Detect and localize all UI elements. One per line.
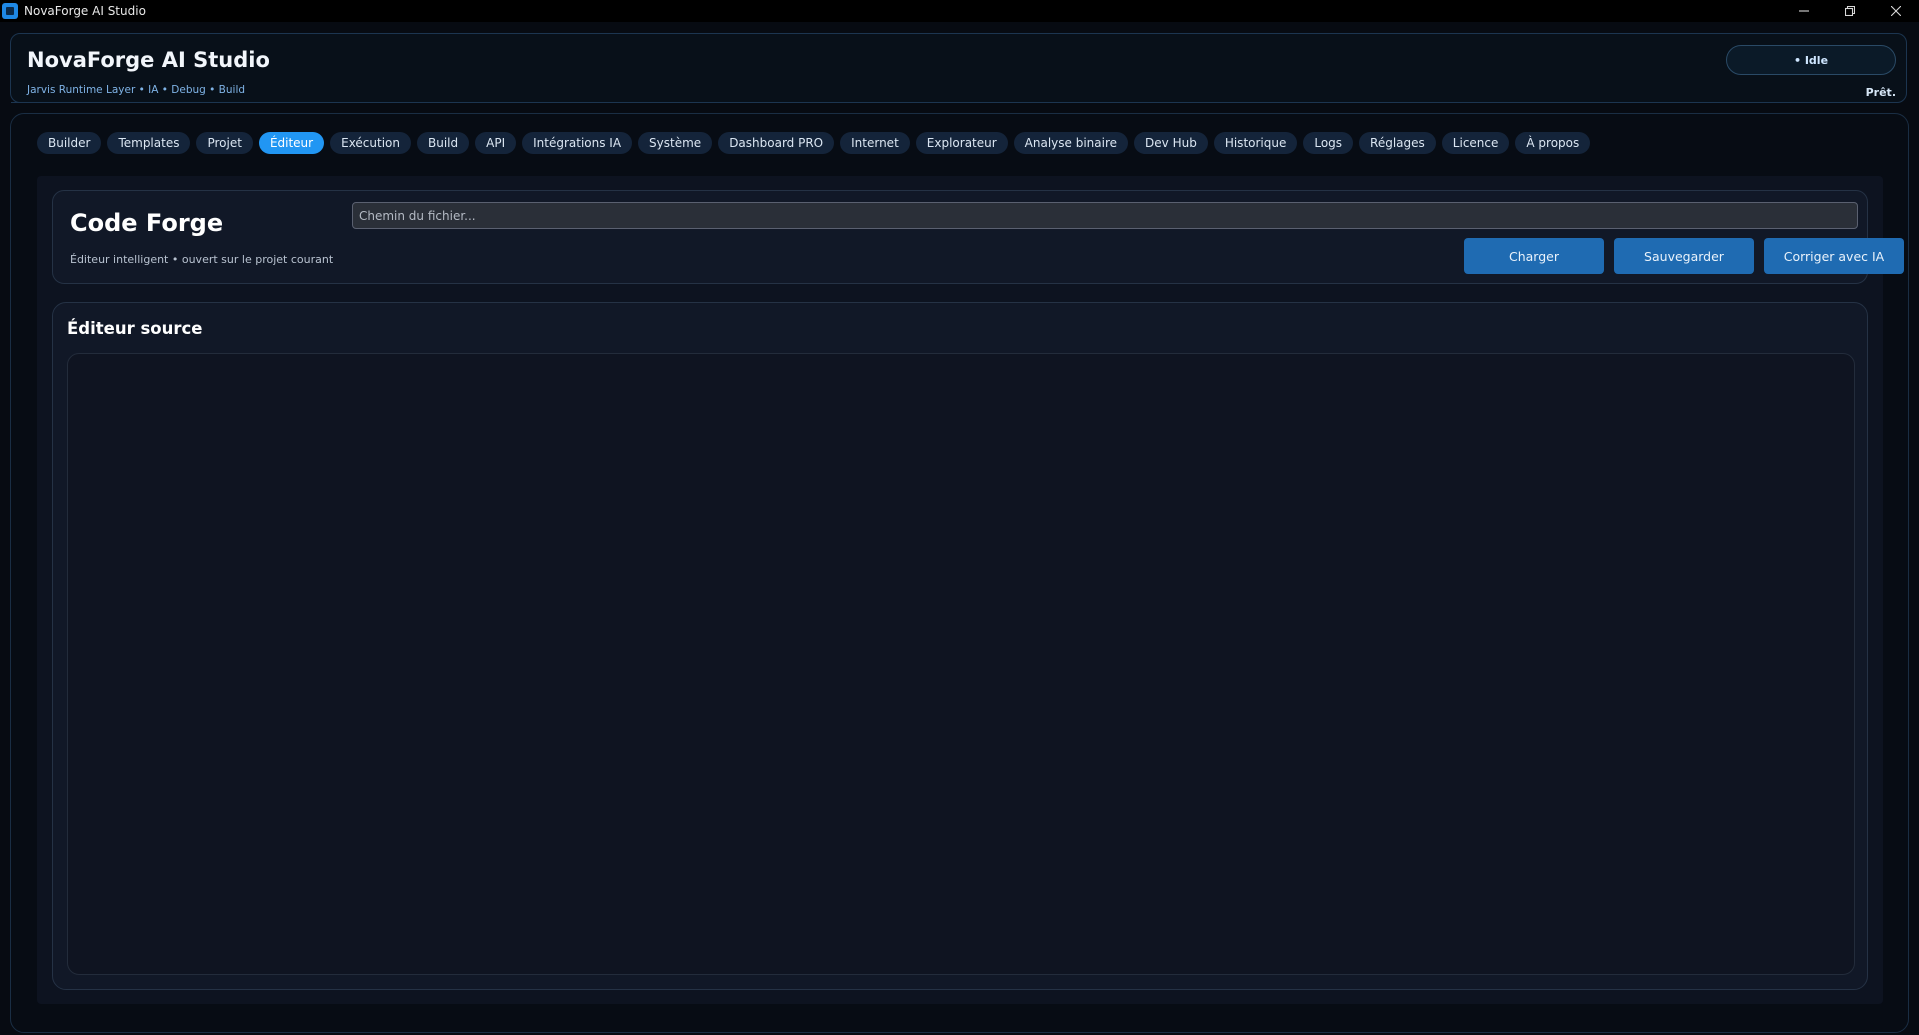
page-title: Code Forge <box>70 209 224 237</box>
load-button[interactable]: Charger <box>1464 238 1604 274</box>
close-button[interactable] <box>1873 0 1919 22</box>
tab-logs[interactable]: Logs <box>1303 132 1354 154</box>
code-forge-card: Code Forge Éditeur intelligent • ouvert … <box>52 190 1904 284</box>
minimize-button[interactable] <box>1781 0 1827 22</box>
tab-integrations-ia[interactable]: Intégrations IA <box>522 132 633 154</box>
close-icon <box>1891 6 1901 16</box>
page-subtitle: Éditeur intelligent • ouvert sur le proj… <box>70 253 334 266</box>
tab-api[interactable]: API <box>475 132 517 154</box>
tab-execution[interactable]: Exécution <box>330 132 411 154</box>
app-title: NovaForge AI Studio <box>27 48 270 72</box>
tab-templates[interactable]: Templates <box>107 132 191 154</box>
file-path-input[interactable] <box>352 202 1858 229</box>
restore-button[interactable] <box>1827 0 1873 22</box>
workspace: Code Forge Éditeur intelligent • ouvert … <box>37 176 1904 1004</box>
fix-with-ai-button[interactable]: Corriger avec IA <box>1764 238 1904 274</box>
tab-reglages[interactable]: Réglages <box>1359 132 1436 154</box>
minimize-icon <box>1799 10 1809 12</box>
editor-title: Éditeur source <box>67 319 203 338</box>
window-titlebar: NovaForge AI Studio <box>0 0 1919 22</box>
tab-historique[interactable]: Historique <box>1213 132 1298 154</box>
tab-editeur[interactable]: Éditeur <box>258 132 325 154</box>
window-controls <box>1781 0 1919 22</box>
tab-build[interactable]: Build <box>417 132 470 154</box>
tab-licence[interactable]: Licence <box>1441 132 1510 154</box>
tab-bar: Builder Templates Projet Éditeur Exécution Bu… <box>37 132 1591 156</box>
restore-icon <box>1845 6 1855 16</box>
header-divider <box>11 102 1736 103</box>
status-text: Prêt. <box>1865 86 1896 99</box>
app-header: NovaForge AI Studio Jarvis Runtime Layer… <box>10 33 1907 103</box>
status-badge: • Idle <box>1726 45 1896 75</box>
source-editor-card: Éditeur source <box>52 302 1868 990</box>
tab-analyse-binaire[interactable]: Analyse binaire <box>1013 132 1129 154</box>
tab-dev-hub[interactable]: Dev Hub <box>1134 132 1208 154</box>
window-title: NovaForge AI Studio <box>24 4 146 18</box>
tab-a-propos[interactable]: À propos <box>1515 132 1591 154</box>
main-panel: Builder Templates Projet Éditeur Exécution Bu… <box>10 113 1909 1033</box>
tab-dashboard-pro[interactable]: Dashboard PRO <box>718 132 835 154</box>
save-button[interactable]: Sauvegarder <box>1614 238 1754 274</box>
app-subtitle: Jarvis Runtime Layer • IA • Debug • Buil… <box>27 84 246 96</box>
tab-internet[interactable]: Internet <box>840 132 910 154</box>
tab-systeme[interactable]: Système <box>638 132 713 154</box>
tab-explorateur[interactable]: Explorateur <box>915 132 1008 154</box>
source-editor[interactable] <box>67 353 1855 975</box>
tab-builder[interactable]: Builder <box>37 132 102 154</box>
tab-projet[interactable]: Projet <box>196 132 253 154</box>
app-icon <box>2 3 18 19</box>
